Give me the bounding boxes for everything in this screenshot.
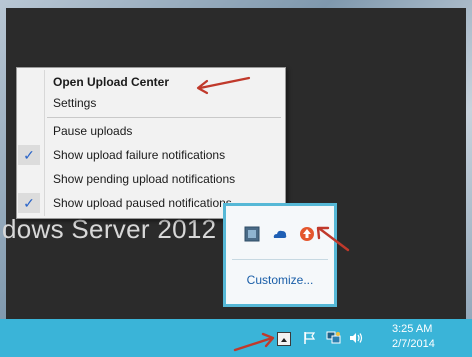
menu-item-show-upload-failure-notifications[interactable]: ✓ Show upload failure notifications (17, 145, 285, 165)
volume-icon[interactable] (348, 331, 364, 345)
action-center-flag-icon[interactable] (303, 331, 317, 345)
checkmark-icon: ✓ (18, 145, 40, 165)
menu-item-settings[interactable]: Settings (17, 93, 285, 113)
onedrive-cloud-icon[interactable] (272, 226, 288, 242)
annotation-arrow-icon (196, 76, 251, 95)
annotation-arrow-icon (233, 332, 275, 352)
menu-item-label: Show upload paused notifications (53, 196, 232, 210)
generic-app-icon[interactable] (244, 226, 260, 242)
menu-item-label: Open Upload Center (53, 75, 170, 89)
menu-item-label: Pause uploads (53, 124, 133, 138)
menu-item-pause-uploads[interactable]: Pause uploads (17, 121, 285, 141)
tray-overflow-popup: Customize... (223, 203, 337, 307)
menu-item-label: Settings (53, 96, 97, 110)
checkmark-icon: ✓ (18, 193, 40, 213)
chevron-up-icon (281, 338, 287, 342)
menu-item-label: Show pending upload notifications (53, 172, 236, 186)
show-hidden-icons-button[interactable] (277, 332, 291, 346)
popup-divider (232, 259, 328, 260)
customize-link[interactable]: Customize... (226, 273, 334, 287)
menu-item-show-pending-upload-notifications[interactable]: Show pending upload notifications (17, 169, 285, 189)
clock-time: 3:25 AM (392, 323, 433, 335)
taskbar-clock[interactable]: 3:25 AM 2/7/2014 (392, 322, 452, 352)
annotation-arrow-icon (316, 226, 350, 252)
network-icon[interactable] (326, 331, 342, 345)
clock-date: 2/7/2014 (392, 338, 435, 350)
menu-item-label: Show upload failure notifications (53, 148, 226, 162)
menu-separator (47, 117, 281, 118)
